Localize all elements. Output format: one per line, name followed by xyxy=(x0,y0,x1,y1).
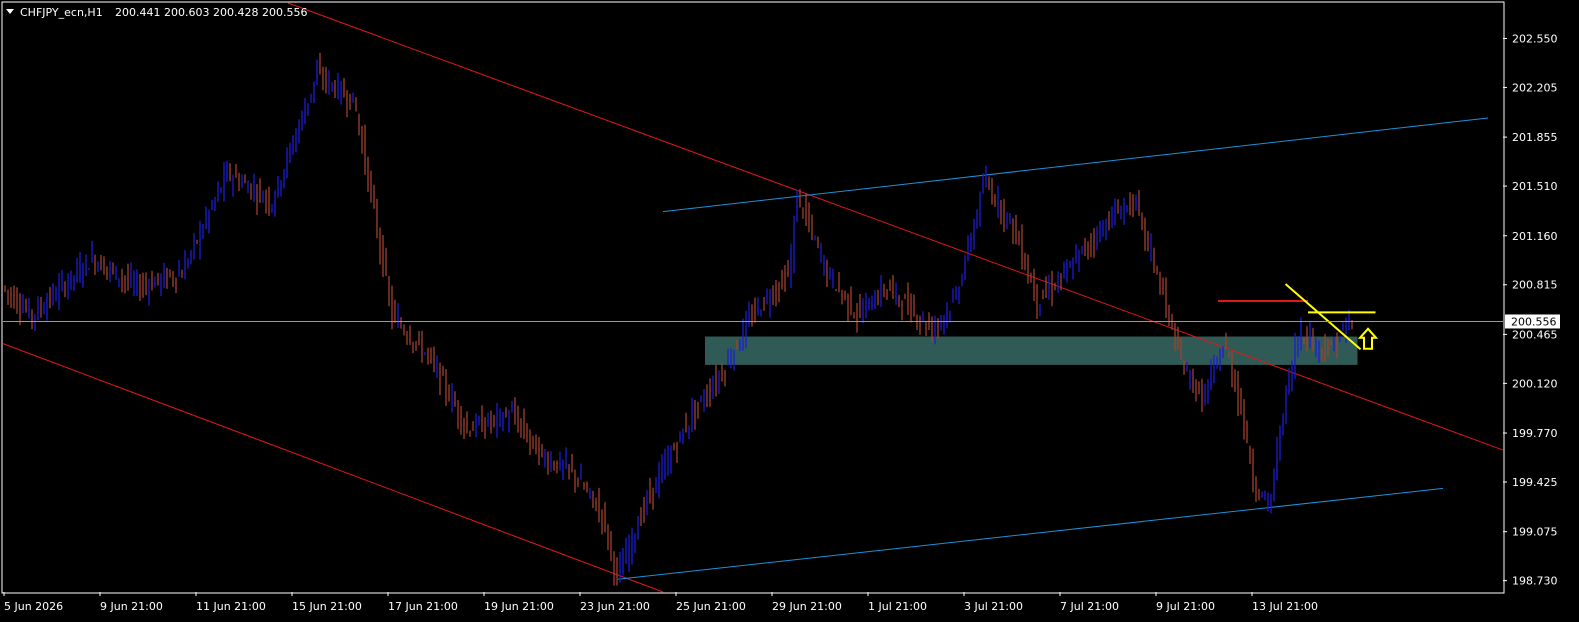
x-tick-label: 1 Jul 21:00 xyxy=(868,600,927,613)
ohlc-readout: 200.441 200.603 200.428 200.556 xyxy=(115,6,307,19)
y-tick-label: 202.550 xyxy=(1512,32,1558,45)
x-tick-label: 9 Jul 21:00 xyxy=(1156,600,1215,613)
x-tick-label: 11 Jun 21:00 xyxy=(196,600,266,613)
x-tick-label: 23 Jun 21:00 xyxy=(580,600,650,613)
y-tick-label: 199.425 xyxy=(1512,476,1558,489)
x-tick-label: 5 Jun 2026 xyxy=(4,600,63,613)
chart-background xyxy=(0,0,1579,622)
x-tick-label: 19 Jun 21:00 xyxy=(484,600,554,613)
y-tick-label: 200.815 xyxy=(1512,279,1558,292)
x-tick-label: 29 Jun 21:00 xyxy=(772,600,842,613)
x-tick-label: 9 Jun 21:00 xyxy=(100,600,163,613)
y-tick-label: 200.465 xyxy=(1512,328,1558,341)
y-tick-label: 199.075 xyxy=(1512,526,1558,539)
x-tick-label: 15 Jun 21:00 xyxy=(292,600,362,613)
x-tick-label: 7 Jul 21:00 xyxy=(1060,600,1119,613)
y-tick-label: 201.855 xyxy=(1512,131,1558,144)
symbol-label: CHFJPY_ecn,H1 xyxy=(20,6,103,19)
x-tick-label: 25 Jun 21:00 xyxy=(676,600,746,613)
y-tick-label: 200.120 xyxy=(1512,377,1558,390)
y-tick-label: 202.205 xyxy=(1512,81,1558,94)
y-tick-label: 198.730 xyxy=(1512,575,1558,588)
x-tick-label: 13 Jul 21:00 xyxy=(1252,600,1318,613)
y-tick-label: 201.160 xyxy=(1512,230,1558,243)
x-tick-label: 17 Jun 21:00 xyxy=(388,600,458,613)
y-tick-label: 201.510 xyxy=(1512,180,1558,193)
price-chart[interactable]: 202.550 202.205 201.855 201.510 201.160 200.8… xyxy=(0,0,1579,622)
y-tick-label: 199.770 xyxy=(1512,427,1558,440)
current-price-label: 200.556 xyxy=(1511,315,1557,328)
x-tick-label: 3 Jul 21:00 xyxy=(964,600,1023,613)
